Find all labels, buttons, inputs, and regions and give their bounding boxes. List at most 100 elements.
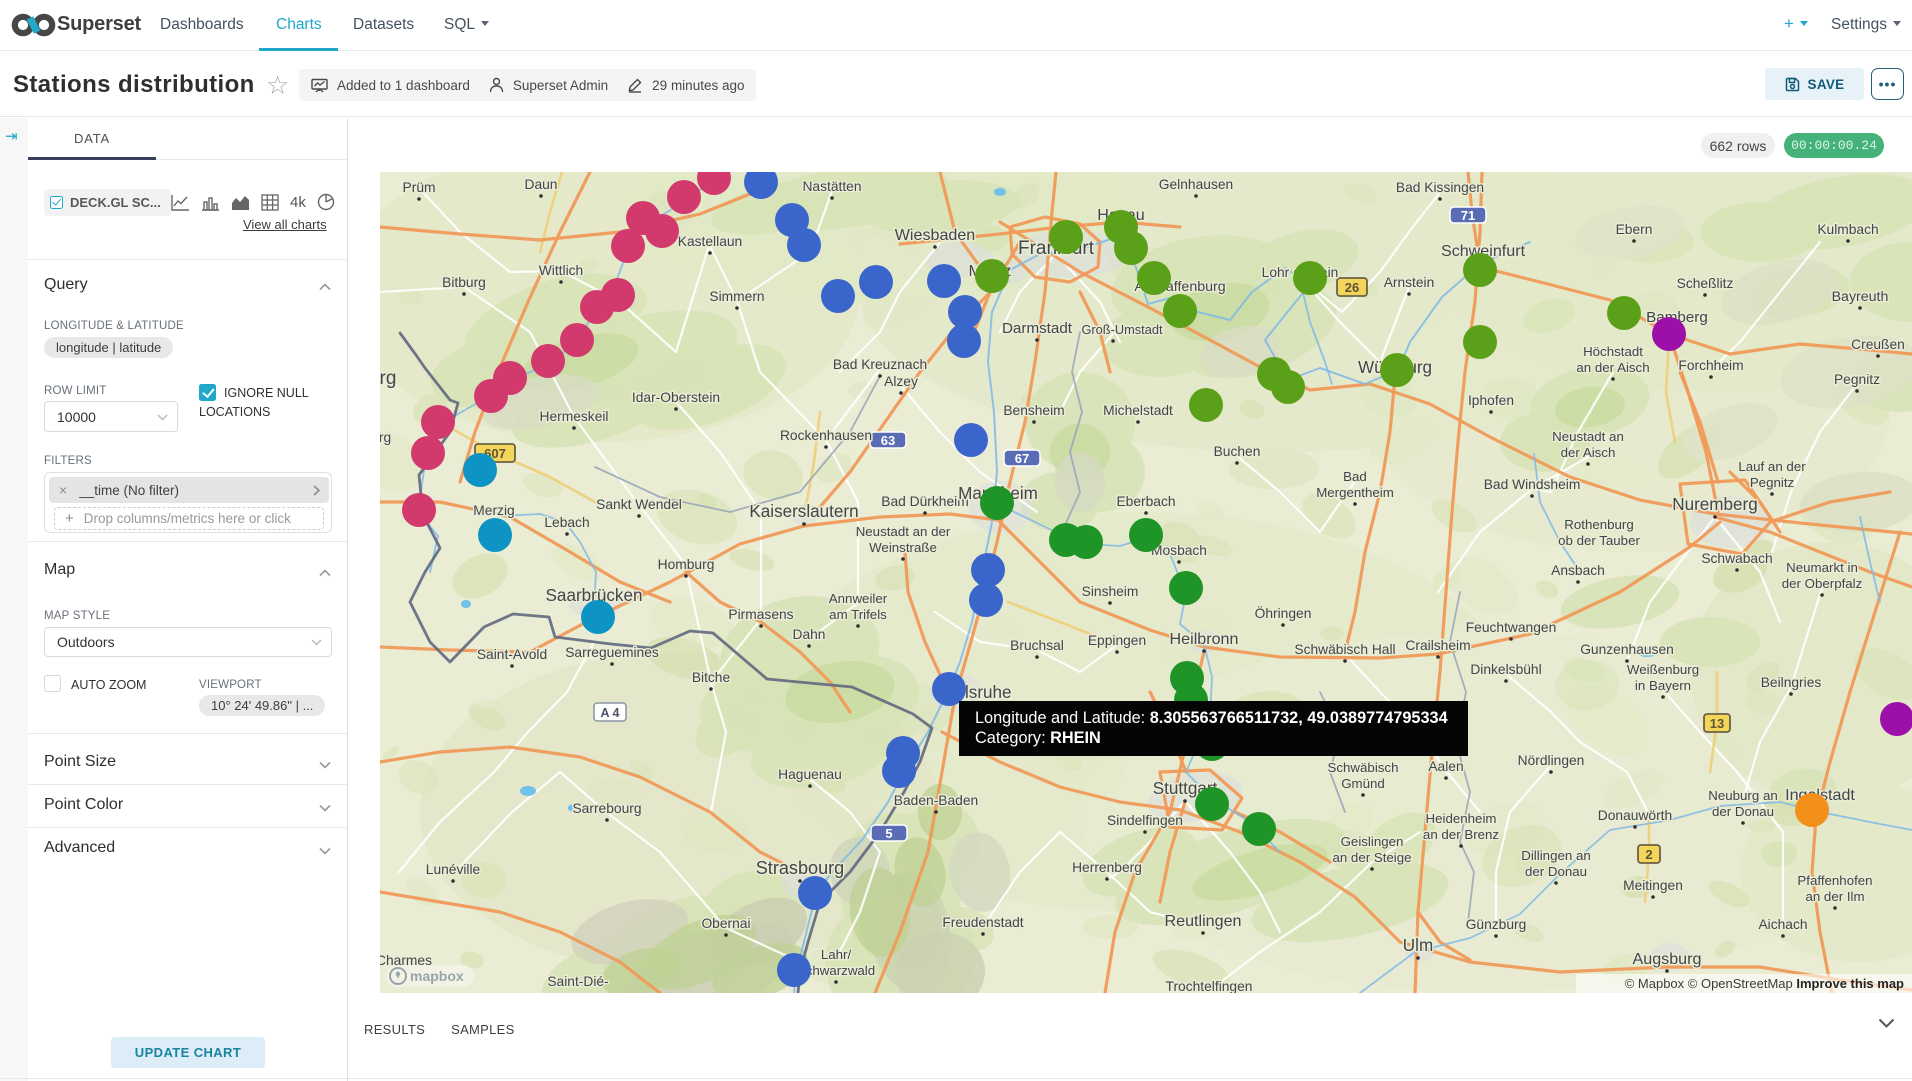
svg-text:Bad: Bad — [1343, 469, 1367, 484]
svg-text:Trochtelfingen: Trochtelfingen — [1166, 979, 1253, 993]
svg-text:Aalen: Aalen — [1428, 759, 1463, 774]
svg-text:Rockenhausen: Rockenhausen — [780, 428, 872, 443]
svg-text:mapbox: mapbox — [410, 968, 464, 984]
svg-text:Kaiserslautern: Kaiserslautern — [749, 502, 858, 521]
svg-text:Pegnitz: Pegnitz — [1750, 475, 1794, 490]
svg-text:Neumarkt in: Neumarkt in — [1786, 560, 1858, 575]
svg-text:Wiesbaden: Wiesbaden — [895, 226, 976, 244]
svg-text:rg: rg — [380, 430, 391, 445]
svg-text:Bayreuth: Bayreuth — [1832, 289, 1889, 305]
svg-text:der Oberpfalz: der Oberpfalz — [1782, 576, 1863, 591]
svg-text:Mergentheim: Mergentheim — [1316, 485, 1394, 500]
svg-text:Creußen: Creußen — [1851, 337, 1905, 352]
svg-text:Michelstadt: Michelstadt — [1103, 403, 1173, 418]
svg-text:2: 2 — [1645, 847, 1652, 862]
svg-text:Bad Kreuznach: Bad Kreuznach — [833, 357, 927, 372]
svg-text:Groß-Umstadt: Groß-Umstadt — [1081, 322, 1162, 337]
svg-text:Category: RHEIN: Category: RHEIN — [975, 729, 1101, 747]
svg-text:Strasbourg: Strasbourg — [756, 858, 845, 878]
svg-text:Neuburg an: Neuburg an — [1708, 788, 1778, 803]
svg-text:Schwabach: Schwabach — [1701, 551, 1772, 566]
svg-text:Augsburg: Augsburg — [1633, 950, 1702, 968]
svg-text:ob der Tauber: ob der Tauber — [1558, 533, 1640, 548]
svg-text:Günzburg: Günzburg — [1466, 917, 1527, 932]
svg-text:Eberbach: Eberbach — [1116, 494, 1175, 509]
svg-text:Weißenburg: Weißenburg — [1627, 662, 1699, 677]
svg-text:Darmstadt: Darmstadt — [1002, 320, 1073, 337]
svg-text:Nördlingen: Nördlingen — [1518, 753, 1585, 768]
svg-text:in Bayern: in Bayern — [1635, 678, 1691, 693]
svg-text:an der Aisch: an der Aisch — [1576, 360, 1649, 375]
svg-text:Heidenheim: Heidenheim — [1426, 811, 1497, 826]
svg-text:Lahr/: Lahr/ — [821, 947, 852, 962]
svg-text:Iphofen: Iphofen — [1468, 393, 1514, 408]
svg-text:Schwäbisch Hall: Schwäbisch Hall — [1294, 642, 1395, 657]
svg-text:Weinstraße: Weinstraße — [869, 540, 937, 555]
svg-text:Ebern: Ebern — [1616, 222, 1653, 237]
svg-text:Reutlingen: Reutlingen — [1165, 912, 1242, 930]
svg-text:Dinkelsbühl: Dinkelsbühl — [1470, 662, 1541, 677]
svg-text:Meitingen: Meitingen — [1623, 878, 1683, 893]
svg-text:Annweiler: Annweiler — [829, 591, 888, 606]
svg-text:Obernai: Obernai — [701, 916, 750, 931]
svg-text:Gmünd: Gmünd — [1341, 776, 1385, 791]
svg-text:A 4: A 4 — [601, 706, 620, 720]
svg-text:71: 71 — [1461, 208, 1475, 223]
svg-text:Longitude and Latitude: 8.3055: Longitude and Latitude: 8.30556376651173… — [975, 709, 1448, 727]
svg-text:Wittlich: Wittlich — [539, 263, 583, 278]
svg-text:Freudenstadt: Freudenstadt — [942, 915, 1023, 930]
svg-text:Kastellaun: Kastellaun — [678, 234, 742, 249]
svg-text:Donauwörth: Donauwörth — [1598, 808, 1672, 823]
svg-text:Alzey: Alzey — [884, 374, 918, 389]
svg-text:Neustadt an: Neustadt an — [1552, 429, 1624, 444]
svg-text:Lebach: Lebach — [544, 515, 589, 530]
svg-text:Rothenburg: Rothenburg — [1564, 517, 1634, 532]
svg-text:Herrenberg: Herrenberg — [1072, 860, 1142, 875]
svg-text:Crailsheim: Crailsheim — [1405, 638, 1470, 653]
svg-text:Eppingen: Eppingen — [1088, 633, 1146, 648]
svg-text:Beilngries: Beilngries — [1761, 675, 1822, 690]
svg-text:Ulm: Ulm — [1403, 936, 1433, 955]
svg-text:Saint-Dié-: Saint-Dié- — [547, 974, 608, 989]
svg-text:Höchstadt: Höchstadt — [1583, 344, 1643, 359]
svg-text:Nastätten: Nastätten — [802, 179, 861, 194]
svg-text:Haguenau: Haguenau — [778, 767, 842, 782]
svg-text:Gunzenhausen: Gunzenhausen — [1580, 642, 1674, 657]
svg-text:63: 63 — [881, 433, 895, 448]
svg-text:Idar-Oberstein: Idar-Oberstein — [632, 390, 720, 405]
svg-text:Sarreguemines: Sarreguemines — [565, 645, 659, 660]
svg-text:Forchheim: Forchheim — [1678, 358, 1743, 373]
svg-text:67: 67 — [1015, 451, 1029, 466]
svg-text:der Donau: der Donau — [1712, 804, 1774, 819]
svg-text:Schwäbisch: Schwäbisch — [1328, 760, 1399, 775]
svg-text:Gelnhausen: Gelnhausen — [1159, 177, 1233, 192]
svg-text:Aichach: Aichach — [1758, 917, 1807, 932]
svg-text:13: 13 — [1710, 716, 1724, 731]
svg-text:Simmern: Simmern — [709, 289, 764, 304]
svg-text:an der Ilm: an der Ilm — [1805, 889, 1864, 904]
svg-text:der Aisch: der Aisch — [1561, 445, 1616, 460]
svg-text:Bensheim: Bensheim — [1003, 403, 1064, 418]
svg-text:Homburg: Homburg — [658, 557, 715, 572]
svg-text:Saint-Avold: Saint-Avold — [477, 647, 547, 662]
svg-text:Hermeskeil: Hermeskeil — [540, 409, 609, 424]
svg-text:der Donau: der Donau — [1525, 864, 1587, 879]
svg-text:Baden-Baden: Baden-Baden — [894, 793, 978, 808]
svg-text:Neustadt an der: Neustadt an der — [856, 524, 951, 539]
svg-text:Lunéville: Lunéville — [426, 862, 481, 877]
svg-text:rg: rg — [380, 368, 396, 389]
svg-text:Daun: Daun — [525, 177, 558, 192]
svg-text:Heilbronn: Heilbronn — [1170, 630, 1239, 648]
svg-text:Nuremberg: Nuremberg — [1672, 495, 1758, 514]
svg-text:an der Steige: an der Steige — [1332, 850, 1411, 865]
svg-text:am Trifels: am Trifels — [829, 607, 887, 622]
svg-text:Sinsheim: Sinsheim — [1082, 584, 1139, 599]
svg-text:5: 5 — [885, 826, 892, 841]
svg-text:an der Brenz: an der Brenz — [1423, 827, 1499, 842]
svg-text:Kulmbach: Kulmbach — [1817, 222, 1878, 237]
svg-text:Scheßlitz: Scheßlitz — [1677, 276, 1734, 291]
svg-text:Öhringen: Öhringen — [1255, 604, 1312, 621]
svg-text:© Mapbox © OpenStreetMap Impro: © Mapbox © OpenStreetMap Improve this ma… — [1625, 976, 1904, 991]
svg-text:Merzig: Merzig — [473, 503, 514, 518]
svg-text:Pirmasens: Pirmasens — [728, 607, 793, 622]
